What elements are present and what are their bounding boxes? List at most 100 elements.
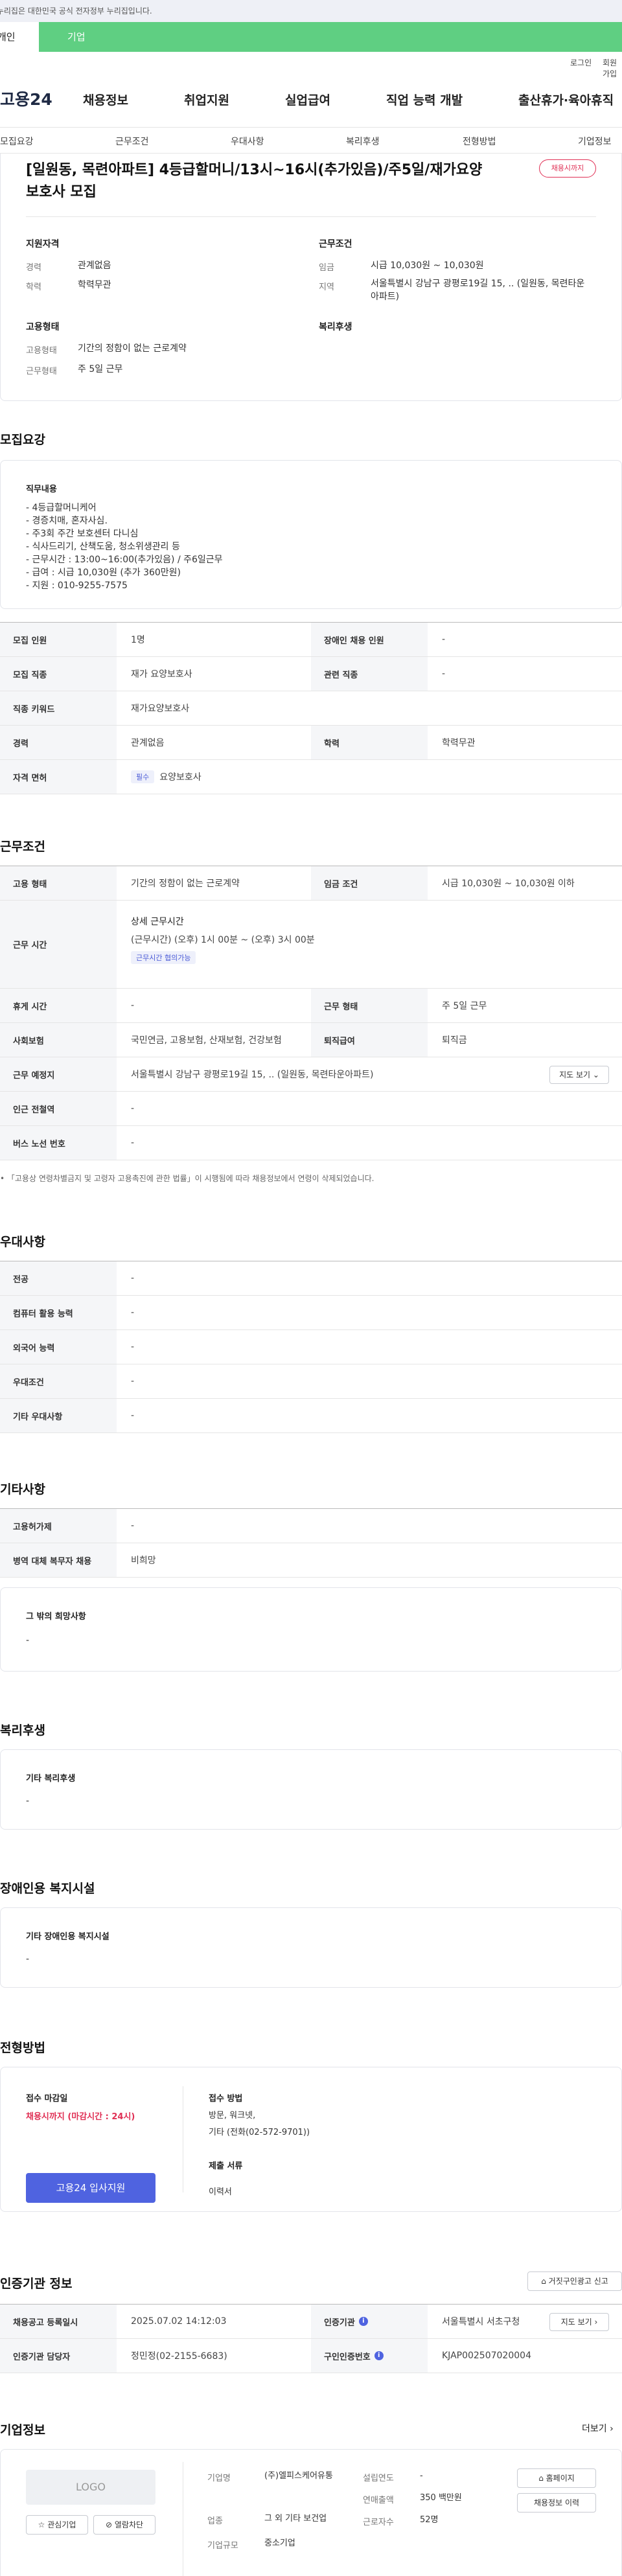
- signup-link[interactable]: 회원가입: [603, 57, 622, 79]
- career-label: 경력: [26, 263, 41, 273]
- home-icon: ⌂: [538, 2474, 544, 2483]
- welfare-section-title: 복리후생: [0, 1723, 45, 1738]
- table-cell: -: [131, 1376, 135, 1386]
- info-icon[interactable]: i: [358, 2317, 368, 2326]
- summary-divider: [26, 216, 596, 217]
- license-value: 요양보호사: [159, 772, 202, 783]
- conditions-section-title: 근무조건: [0, 840, 45, 854]
- subnav-company[interactable]: 기업정보: [578, 135, 612, 148]
- founded-year-label: 설립연도: [363, 2474, 394, 2483]
- table-cell: -: [442, 634, 446, 645]
- subnav-recruit[interactable]: 모집요강: [0, 135, 34, 148]
- deadline-heading: 접수 마감일: [26, 2094, 68, 2104]
- report-fake-ad-button[interactable]: ⌂ 거짓구인광고 신고: [527, 2271, 622, 2291]
- table-header: 자격 면허: [0, 760, 117, 794]
- table-header: 휴게 시간: [0, 989, 117, 1022]
- gnb-item-unemployment[interactable]: 실업급여: [285, 91, 330, 108]
- gnb-item-training[interactable]: 직업 능력 개발: [386, 91, 463, 108]
- report-fake-ad-label: 거짓구인광고 신고: [548, 2277, 608, 2286]
- table-header: 컴퓨터 활용 능력: [0, 1296, 117, 1329]
- employee-count-label: 근로자수: [363, 2518, 394, 2527]
- subnav-preference[interactable]: 우대사항: [231, 135, 264, 148]
- welfare-box: [0, 1749, 622, 1830]
- table-cell: -: [131, 1521, 135, 1531]
- gnb-item-jobs[interactable]: 채용정보: [83, 91, 128, 108]
- welfare-other-value: -: [26, 1796, 30, 1806]
- annual-sales-value: 350 백만원: [420, 2493, 462, 2503]
- table-row: 인증기관 담당자 정민정(02-2155-6683) 구인인증번호 i KJAP0…: [0, 2339, 622, 2373]
- member-type-tabs: 개인 기업: [0, 22, 622, 52]
- table-cell: -: [131, 1000, 135, 1011]
- recruit-section-title: 모집요강: [0, 433, 45, 447]
- homepage-button[interactable]: ⌂ 홈페이지: [517, 2468, 596, 2488]
- other-wishes-heading: 그 밖의 희망사항: [26, 1612, 86, 1622]
- apply-method-value: 기타 (전화(02-572-9701)): [209, 2128, 310, 2137]
- agency-map-label: 지도 보기: [560, 2317, 592, 2327]
- table-header: 임금 조건: [311, 866, 428, 900]
- login-link[interactable]: 로그인: [570, 57, 592, 68]
- etc-section-title: 기타사항: [0, 1482, 45, 1497]
- table-cell: -: [131, 1410, 135, 1421]
- agency-map-button[interactable]: 지도 보기 ›: [549, 2313, 609, 2331]
- education-value: 학력무관: [78, 280, 111, 290]
- homepage-label: 홈페이지: [546, 2474, 575, 2483]
- table-cell: KJAP002507020004: [442, 2351, 531, 2361]
- subnav-selection[interactable]: 전형방법: [463, 135, 496, 148]
- table-cell: 퇴직금: [442, 1035, 467, 1046]
- gnb-item-employment-support[interactable]: 취업지원: [184, 91, 229, 108]
- block-view-button[interactable]: ⊘ 열람차단: [93, 2515, 156, 2535]
- duty-heading: 직무내용: [26, 485, 57, 494]
- info-icon[interactable]: i: [374, 2351, 384, 2360]
- favorite-company-button[interactable]: ☆ 관심기업: [26, 2515, 88, 2535]
- table-row: 근무 예정지 서울특별시 강남구 광평로19길 15, .. (일원동, 목련타…: [0, 1057, 622, 1092]
- subnav-conditions[interactable]: 근무조건: [115, 135, 149, 148]
- education-label: 학력: [26, 282, 41, 292]
- table-row: 휴게 시간 - 근무 형태 주 5일 근무: [0, 989, 622, 1023]
- tab-personal[interactable]: 개인: [0, 22, 39, 52]
- table-cell: -: [131, 1307, 135, 1318]
- table-cell: -: [131, 1138, 135, 1148]
- table-header: 우대조건: [0, 1364, 117, 1398]
- table-header: 고용허가제: [0, 1509, 117, 1543]
- duty-line: - 경증치매, 혼자사심.: [26, 516, 108, 526]
- disability-value: -: [26, 1954, 30, 1964]
- work-type-label: 근무형태: [26, 367, 57, 376]
- map-toggle-button[interactable]: 지도 보기 ⌄: [549, 1066, 609, 1084]
- duty-line: - 4등급할머니케어: [26, 503, 97, 513]
- table-header: 기타 우대사항: [0, 1399, 117, 1432]
- table-row: 직종 키워드 재가요양보호사: [0, 691, 622, 726]
- annual-sales-label: 연매출액: [363, 2496, 394, 2505]
- apply-method-value: 방문, 워크넷,: [209, 2111, 256, 2121]
- hiring-history-button[interactable]: 채용정보 이력: [517, 2493, 596, 2513]
- table-row: 병역 대체 복무자 채용 비희망: [0, 1543, 622, 1578]
- org-label: 인증기관: [324, 2317, 355, 2328]
- table-cell: 서울특별시 서초구청: [442, 2317, 520, 2327]
- table-header: 퇴직급여: [311, 1023, 428, 1057]
- apply-button[interactable]: 고용24 입사지원: [26, 2173, 156, 2203]
- table-header: 근무 형태: [311, 989, 428, 1022]
- site-logo[interactable]: 고용24: [0, 87, 52, 110]
- company-more-link[interactable]: 더보기 ›: [582, 2422, 614, 2435]
- table-cell: 1명: [131, 635, 145, 645]
- table-cell: 시급 10,030원 ~ 10,030원 이하: [442, 879, 575, 889]
- status-badge: 채용시까지: [539, 159, 596, 178]
- agency-section-title: 인증기관 정보: [0, 2277, 73, 2291]
- table-row: 기타 우대사항 -: [0, 1399, 622, 1433]
- gnb-item-parental-leave[interactable]: 출산휴가·육아휴직: [518, 91, 614, 108]
- table-cell: -: [131, 1342, 135, 1352]
- selection-section-title: 전형방법: [0, 2041, 45, 2055]
- company-size-label: 기업규모: [207, 2541, 238, 2551]
- table-header: 사회보험: [0, 1023, 117, 1057]
- table-header: 경력: [0, 726, 117, 759]
- job-title: [일원동, 목련아파트] 4등급할머니/13시~16시(추가있음)/주5일/재가…: [26, 162, 483, 200]
- company-more-label: 더보기: [582, 2424, 607, 2434]
- table-row: 인근 전철역 -: [0, 1092, 622, 1126]
- table-cell: 관계없음: [131, 738, 165, 748]
- age-notice: • 「고용상 연령차별금지 및 고령자 고용촉진에 관한 법률」이 시행됨에 따…: [0, 1174, 374, 1183]
- subnav-welfare[interactable]: 복리후생: [346, 135, 380, 148]
- duty-line: - 급여 : 시급 10,030원 (추가 360만원): [26, 568, 181, 578]
- tab-company[interactable]: 기업: [39, 22, 622, 52]
- gnb-divider: [0, 127, 622, 128]
- table-header: 버스 노선 번호: [0, 1126, 117, 1160]
- table-row: 전공 -: [0, 1261, 622, 1296]
